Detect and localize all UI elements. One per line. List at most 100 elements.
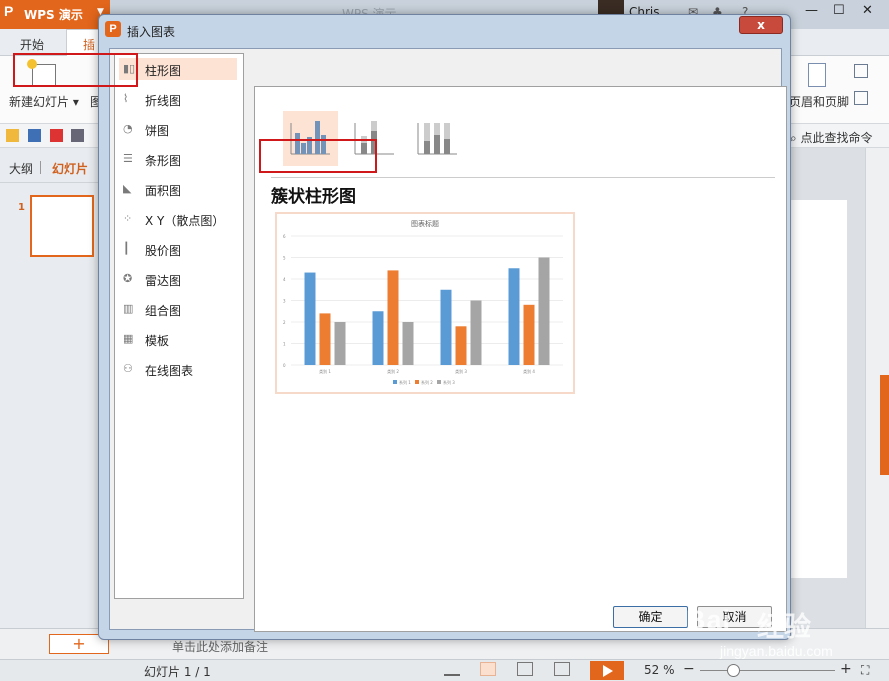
open-icon[interactable] bbox=[6, 129, 19, 142]
panel-collapse-handle[interactable] bbox=[880, 375, 889, 475]
percent-stacked-column-icon bbox=[417, 123, 457, 155]
close-button[interactable]: x bbox=[739, 16, 783, 34]
annotation-highlight-title bbox=[259, 139, 377, 173]
y-tick-label: 4 bbox=[283, 277, 286, 282]
date-icon[interactable] bbox=[854, 64, 868, 78]
bar-chart-icon: ☰ bbox=[123, 152, 133, 165]
chart-bar bbox=[508, 268, 520, 365]
chart-type-label: 在线图表 bbox=[145, 364, 194, 378]
reading-view-icon[interactable] bbox=[554, 662, 570, 676]
chart-preview: 图表标题 0 1 2 3 4 5 6 类别 1 类别 2 类别 3 类别 4 系列 1 系列 2 系列 3 bbox=[275, 212, 575, 394]
app-name: WPS 演示 bbox=[24, 8, 83, 22]
tab-slides[interactable]: 幻灯片 bbox=[52, 160, 88, 177]
insert-chart-dialog: P 插入图表 x ▮▯ 柱形图 ⌇ 折线图 ◔ 饼图 ☰ 条形图 ◣ 面积图 ⁘ X Y（散点图） ┃ 股… bbox=[98, 14, 791, 640]
radar-chart-icon: ✪ bbox=[123, 272, 133, 285]
tab-home[interactable]: 开始 bbox=[20, 36, 44, 53]
legend-swatch bbox=[393, 380, 397, 384]
print-icon[interactable] bbox=[71, 129, 84, 142]
chart-type-item[interactable]: ▦ 模板 bbox=[119, 328, 237, 350]
chart-type-item[interactable]: ▥ 组合图 bbox=[119, 298, 237, 320]
y-tick-label: 5 bbox=[283, 256, 286, 261]
find-command-label: 点此查找命令 bbox=[800, 131, 873, 145]
chart-type-label: 组合图 bbox=[145, 304, 182, 318]
slide-panel: 大纲 幻灯片 1 bbox=[0, 148, 100, 628]
x-tick-label: 类别 3 bbox=[455, 368, 467, 374]
watermark-url: jingyan.baidu.com bbox=[720, 643, 833, 659]
chart-bar bbox=[304, 272, 316, 365]
app-menu-button[interactable]: P WPS 演示 ▼ bbox=[0, 0, 110, 29]
y-tick-label: 1 bbox=[283, 342, 286, 347]
chart-bar bbox=[402, 322, 414, 365]
fit-window-icon[interactable]: ⛶ bbox=[861, 663, 869, 678]
pie-chart-icon: ◔ bbox=[123, 122, 133, 135]
area-chart-icon: ◣ bbox=[123, 182, 132, 195]
chart-bar bbox=[440, 289, 452, 365]
template-icon: ▦ bbox=[123, 332, 134, 345]
x-tick-label: 类别 2 bbox=[387, 368, 399, 374]
online-chart-icon: ⚇ bbox=[123, 362, 133, 375]
chart-type-label: 饼图 bbox=[145, 124, 170, 138]
subtype-percent-stacked-column[interactable] bbox=[410, 111, 465, 166]
slide-thumbnail[interactable] bbox=[30, 195, 94, 257]
new-slide-button[interactable]: 新建幻灯片 ▾ bbox=[9, 93, 79, 110]
close-icon[interactable]: ✕ bbox=[862, 3, 873, 18]
annotation-highlight-type bbox=[13, 53, 138, 87]
header-footer-icon[interactable] bbox=[808, 63, 826, 87]
tab-outline[interactable]: 大纲 bbox=[9, 160, 33, 177]
chart-bar bbox=[334, 322, 346, 365]
find-command[interactable]: ⌕ 点此查找命令 bbox=[790, 129, 873, 146]
divider bbox=[271, 177, 775, 178]
header-footer-button[interactable]: 页眉和页脚 bbox=[789, 93, 849, 110]
x-tick-label: 类别 1 bbox=[319, 368, 331, 374]
chart-type-item[interactable]: ✪ 雷达图 bbox=[119, 268, 237, 290]
chart-type-item[interactable]: ◣ 面积图 bbox=[119, 178, 237, 200]
notes-placeholder[interactable]: 单击此处添加备注 bbox=[172, 638, 268, 655]
chart-type-item[interactable]: ⁘ X Y（散点图） bbox=[119, 208, 237, 230]
chart-svg: 图表标题 0 1 2 3 4 5 6 类别 1 类别 2 类别 3 类别 4 系列 1 系列 2 系列 3 bbox=[283, 219, 563, 385]
y-tick-label: 3 bbox=[283, 299, 286, 304]
combo-chart-icon: ▥ bbox=[123, 302, 134, 315]
save-icon[interactable] bbox=[28, 129, 41, 142]
chart-type-label: 条形图 bbox=[145, 154, 182, 168]
normal-view-icon[interactable] bbox=[480, 662, 496, 676]
divider bbox=[0, 182, 100, 183]
stock-chart-icon: ┃ bbox=[123, 242, 130, 255]
chart-type-item[interactable]: ┃ 股价图 bbox=[119, 238, 237, 260]
chart-type-label: 股价图 bbox=[145, 244, 182, 258]
chart-type-label: 模板 bbox=[145, 334, 170, 348]
chart-type-item[interactable]: ⌇ 折线图 bbox=[119, 88, 237, 110]
pdf-icon[interactable] bbox=[50, 129, 63, 142]
chart-bar bbox=[319, 313, 331, 365]
chevron-down-icon: ▾ bbox=[69, 95, 79, 109]
minimize-icon[interactable]: — bbox=[805, 3, 818, 18]
zoom-slider-handle[interactable] bbox=[727, 664, 740, 677]
chart-type-item[interactable]: ⚇ 在线图表 bbox=[119, 358, 237, 380]
slide-sorter-icon[interactable] bbox=[517, 662, 533, 676]
play-slideshow-button[interactable] bbox=[590, 661, 624, 680]
zoom-slider-track[interactable] bbox=[700, 670, 835, 671]
chart-type-list: ▮▯ 柱形图 ⌇ 折线图 ◔ 饼图 ☰ 条形图 ◣ 面积图 ⁘ X Y（散点图） ┃ 股价图 ✪ 雷达图 ▥ 组合… bbox=[114, 53, 244, 599]
chart-type-item[interactable]: ☰ 条形图 bbox=[119, 148, 237, 170]
chart-type-item[interactable]: ◔ 饼图 bbox=[119, 118, 237, 140]
watermark-brand-cn: 经验 bbox=[757, 612, 811, 643]
chart-title: 图表标题 bbox=[411, 219, 439, 228]
zoom-out-icon[interactable]: − bbox=[683, 661, 695, 677]
legend-swatch bbox=[437, 380, 441, 384]
legend-swatch bbox=[415, 380, 419, 384]
chart-type-label: 折线图 bbox=[145, 94, 182, 108]
zoom-level[interactable]: 52 % bbox=[644, 663, 675, 677]
ok-button[interactable]: 确定 bbox=[613, 606, 688, 628]
maximize-icon[interactable]: ☐ bbox=[833, 3, 845, 18]
chart-type-label: 面积图 bbox=[145, 184, 182, 198]
chart-bar bbox=[455, 326, 467, 365]
y-tick-label: 2 bbox=[283, 320, 286, 325]
scatter-chart-icon: ⁘ bbox=[123, 212, 133, 225]
notes-toggle-icon[interactable] bbox=[444, 662, 460, 676]
chart-type-label: 雷达图 bbox=[145, 274, 182, 288]
y-tick-label: 0 bbox=[283, 363, 286, 368]
dialog-body: ▮▯ 柱形图 ⌇ 折线图 ◔ 饼图 ☰ 条形图 ◣ 面积图 ⁘ X Y（散点图） ┃ 股价图 ✪ 雷达图 ▥ 组合… bbox=[109, 48, 787, 632]
line-chart-icon: ⌇ bbox=[123, 92, 129, 105]
calendar-icon[interactable] bbox=[854, 91, 868, 105]
legend-label: 系列 1 bbox=[399, 379, 411, 385]
zoom-in-icon[interactable]: + bbox=[840, 661, 852, 677]
